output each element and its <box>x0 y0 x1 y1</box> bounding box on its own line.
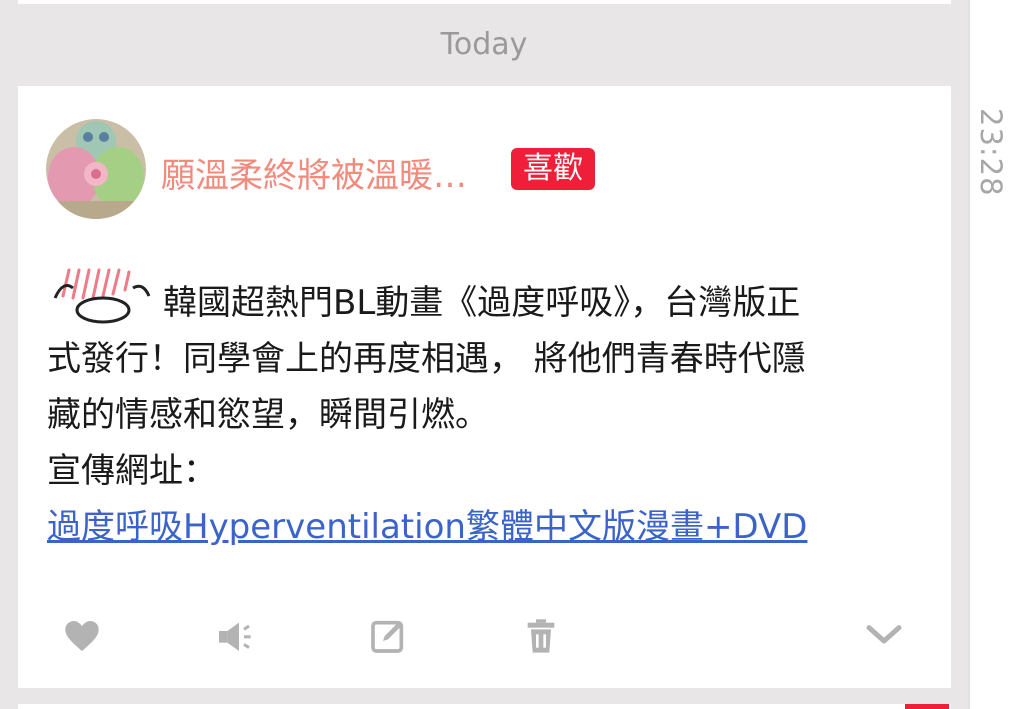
crying-face-emoticon <box>47 266 157 324</box>
post-actions <box>18 616 951 666</box>
post-time: 23:28 <box>974 108 1008 197</box>
edit-button[interactable] <box>368 616 412 660</box>
reblog-button[interactable] <box>214 616 258 660</box>
author-name[interactable]: 願溫柔終將被溫暖… <box>161 148 467 197</box>
previous-card-edge <box>18 0 951 4</box>
post-line-1: 韓國超熱門BL動畫《過度呼吸》，台灣版正 <box>47 266 927 331</box>
edit-icon <box>371 620 404 653</box>
date-divider-label: Today <box>440 26 528 62</box>
like-badge: 喜歡 <box>511 148 595 190</box>
heart-icon <box>65 621 99 651</box>
like-button[interactable] <box>62 616 106 660</box>
post-card: 願溫柔終將被溫暖… 喜歡 韓國超熱門BL動畫《過度呼吸》，台灣版正 式發行！同學… <box>18 86 951 688</box>
more-button[interactable] <box>864 616 908 660</box>
post-line-3: 藏的情感和慾望，瞬間引燃。 <box>47 395 489 435</box>
post-line-2: 式發行！同學會上的再度相遇， 將他們青春時代隱 <box>47 339 806 379</box>
post-body: 韓國超熱門BL動畫《過度呼吸》，台灣版正 式發行！同學會上的再度相遇， 將他們青… <box>47 266 927 555</box>
delete-button[interactable] <box>521 616 565 660</box>
post-text: 韓國超熱門BL動畫《過度呼吸》，台灣版正 <box>163 283 801 323</box>
timestamp-rail: 23:28 <box>968 0 1024 709</box>
avatar-image <box>46 119 146 219</box>
next-card-accent <box>905 704 949 709</box>
avatar[interactable] <box>46 119 146 219</box>
next-card-edge <box>18 704 951 709</box>
chevron-down-icon <box>866 625 902 644</box>
date-divider: Today <box>0 18 968 70</box>
post-line-4: 宣傳網址： <box>47 451 217 491</box>
megaphone-icon <box>219 622 251 651</box>
trash-icon <box>527 619 555 653</box>
promo-link[interactable]: 過度呼吸Hyperventilation繁體中文版漫畫+DVD <box>47 499 927 555</box>
